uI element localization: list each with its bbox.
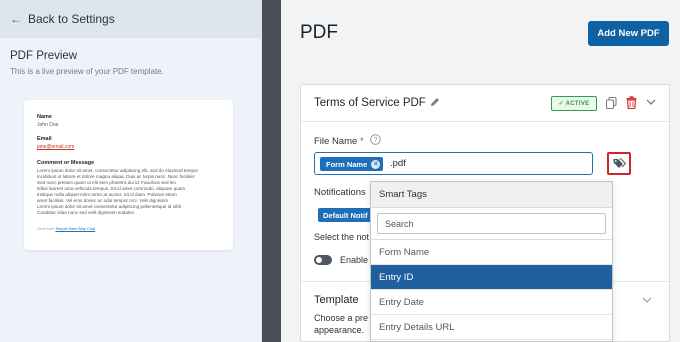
smart-tag-option[interactable]: Entry Date [371, 290, 612, 315]
panel-divider [262, 0, 281, 342]
footer-prefix: Sent from [37, 226, 55, 231]
template-label: Template [314, 294, 359, 306]
template-desc-line: Choose a pre [314, 313, 369, 323]
smart-tags-button[interactable] [607, 152, 631, 175]
smart-tag-option[interactable]: Entry ID [371, 265, 612, 290]
file-extension: .pdf [390, 158, 406, 169]
back-to-settings-button[interactable]: ← Back to Settings [0, 0, 262, 38]
file-name-input[interactable]: Form Name × .pdf [314, 152, 593, 175]
svg-text:?: ? [374, 137, 378, 144]
smart-tag-chip[interactable]: Form Name × [320, 157, 384, 171]
chevron-down-icon[interactable] [642, 296, 652, 304]
file-name-label: File Name * [314, 136, 364, 147]
pdf-preview-document: Name John Doe Email jane@email.com Comme… [24, 100, 233, 250]
file-name-text: File Name [314, 136, 358, 147]
card-header[interactable]: Terms of Service PDF ✓ ACTIVE [301, 85, 669, 122]
notifications-label: Notifications [314, 187, 366, 198]
chevron-down-icon[interactable] [646, 98, 656, 106]
notifications-help-text: Select the not [314, 232, 370, 242]
template-description: Choose a pre appearance. [314, 312, 368, 336]
trash-icon[interactable] [626, 96, 637, 109]
preview-email-label: Email [37, 136, 52, 142]
enable-label: Enable [340, 255, 369, 265]
add-new-pdf-button[interactable]: Add New PDF [588, 21, 669, 46]
preview-footer: Sent from Simple New Way Club [37, 226, 220, 231]
preview-email-value: jane@email.com [37, 144, 75, 150]
enable-toggle[interactable] [314, 255, 332, 265]
preview-name-value: John Doe [37, 122, 59, 128]
preview-title: PDF Preview [10, 50, 78, 62]
smart-tags-search-input[interactable]: Search [377, 213, 606, 234]
dropdown-header: Smart Tags [371, 182, 612, 208]
smart-tag-option[interactable]: Form Name [371, 240, 612, 265]
notification-chip[interactable]: Default Notif [318, 208, 378, 222]
copy-icon[interactable] [606, 97, 617, 109]
footer-link: Simple New Way Club [55, 226, 96, 231]
page-title: PDF [300, 22, 338, 43]
preview-panel: ← Back to Settings PDF Preview This is a… [0, 0, 262, 342]
help-icon[interactable]: ? [370, 134, 381, 145]
preview-message-label: Comment or Message [37, 160, 95, 166]
card-title: Terms of Service PDF [314, 97, 426, 109]
edit-pencil-icon[interactable] [429, 96, 441, 108]
tag-chip-label: Form Name [326, 159, 368, 169]
smart-tags-dropdown: Smart Tags Search Form Name Entry ID Ent… [370, 181, 613, 342]
smart-tag-option[interactable]: Entry Details URL [371, 315, 612, 340]
preview-message-body: Lorem ipsum dolor sit amet, consectetur … [37, 168, 220, 216]
preview-subtitle: This is a live preview of your PDF templ… [10, 67, 164, 76]
message-line: Curabitur vitae nunc sed velit dignissim… [37, 210, 136, 215]
dropdown-search-wrap: Search [371, 208, 612, 240]
required-marker: * [359, 136, 364, 147]
tag-icon [613, 158, 626, 168]
close-icon[interactable]: × [371, 159, 381, 169]
preview-name-label: Name [37, 114, 52, 120]
status-badge[interactable]: ✓ ACTIVE [551, 96, 597, 111]
arrow-left-icon: ← [10, 12, 22, 26]
back-label: Back to Settings [28, 12, 115, 26]
template-desc-line: appearance. [314, 325, 365, 335]
